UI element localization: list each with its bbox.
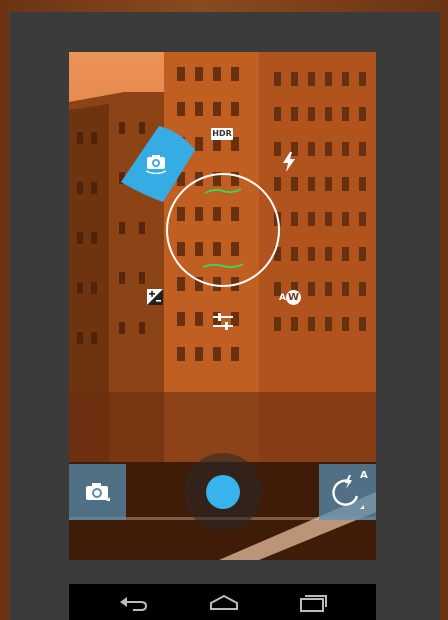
- home-icon[interactable]: [209, 594, 239, 610]
- white-balance-auto-prefix: A: [279, 293, 286, 303]
- flash-auto-badge: A: [360, 470, 368, 481]
- shutter-button[interactable]: [206, 475, 240, 509]
- white-balance-auto-icon[interactable]: AW: [279, 289, 301, 307]
- flash-mode-button[interactable]: A: [319, 464, 376, 520]
- exposure-icon[interactable]: [146, 288, 164, 306]
- focus-ring[interactable]: [163, 170, 283, 290]
- camera-mode-button[interactable]: [69, 464, 126, 520]
- back-icon[interactable]: [119, 592, 148, 612]
- camera-mode-icon: [85, 482, 111, 502]
- white-balance-letter: W: [285, 290, 301, 305]
- camera-viewfinder[interactable]: HDR AW A: [69, 52, 376, 560]
- navigation-bar: [69, 584, 376, 620]
- settings-sliders-icon[interactable]: [212, 312, 234, 332]
- recents-icon[interactable]: [299, 594, 327, 612]
- hdr-toggle[interactable]: HDR: [211, 128, 233, 140]
- flash-icon[interactable]: [282, 152, 296, 172]
